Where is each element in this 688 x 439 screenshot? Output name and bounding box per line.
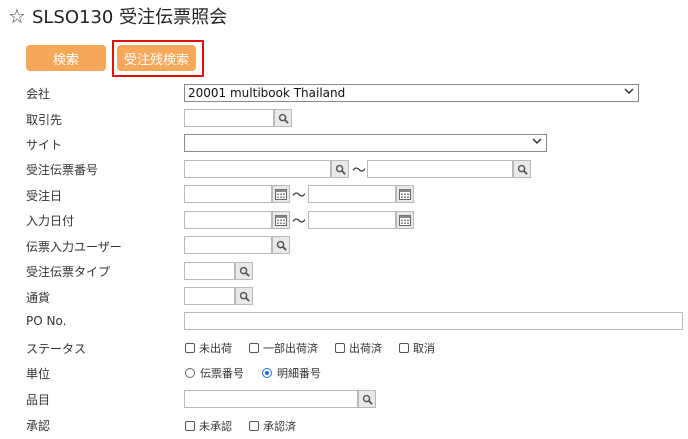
company-label: 会社	[26, 87, 51, 101]
order-slip-type-input[interactable]	[184, 262, 235, 280]
input-date-to-input[interactable]	[308, 211, 396, 229]
status-label: ステータス	[26, 342, 87, 356]
order-date-from-input[interactable]	[184, 185, 272, 203]
order-slip-no-from-input[interactable]	[184, 160, 331, 178]
page-title-bar: ☆ SLSO130 受注伝票照会	[8, 4, 227, 28]
checkbox-icon[interactable]	[185, 343, 195, 353]
calendar-icon[interactable]	[396, 211, 414, 229]
status-shipped-checkbox[interactable]: 出荷済	[335, 340, 382, 356]
checkbox-icon[interactable]	[185, 421, 195, 431]
currency-search-icon[interactable]	[235, 287, 253, 305]
order-slip-type-label: 受注伝票タイプ	[26, 265, 111, 279]
unit-label: 単位	[26, 367, 51, 381]
company-select[interactable]: 20001 multibook Thailand	[184, 84, 639, 102]
status-partially-shipped-checkbox[interactable]: 一部出荷済	[249, 340, 318, 356]
approval-unapproved-label: 未承認	[199, 420, 232, 433]
search-button[interactable]: 検索	[26, 45, 106, 71]
checkbox-icon[interactable]	[335, 343, 345, 353]
star-icon[interactable]: ☆	[8, 6, 26, 26]
po-no-label: PO No.	[26, 314, 67, 328]
partner-input[interactable]	[184, 109, 274, 127]
po-no-input[interactable]	[184, 312, 683, 330]
approval-unapproved-checkbox[interactable]: 未承認	[185, 418, 232, 434]
unit-slip-no-label: 伝票番号	[200, 367, 244, 380]
range-separator: ～	[292, 214, 306, 230]
currency-input[interactable]	[184, 287, 235, 305]
calendar-icon[interactable]	[272, 211, 290, 229]
calendar-icon[interactable]	[272, 185, 290, 203]
partner-search-icon[interactable]	[274, 109, 292, 127]
range-separator: ～	[352, 163, 366, 179]
item-search-icon[interactable]	[358, 390, 376, 408]
chevron-down-icon	[532, 136, 542, 149]
order-slip-no-label: 受注伝票番号	[26, 163, 99, 177]
checkbox-icon[interactable]	[399, 343, 409, 353]
checkbox-icon[interactable]	[249, 421, 259, 431]
status-partially-shipped-label: 一部出荷済	[263, 342, 318, 355]
input-date-from-input[interactable]	[184, 211, 272, 229]
order-slip-no-to-search-icon[interactable]	[513, 160, 531, 178]
order-date-to-input[interactable]	[308, 185, 396, 203]
radio-selected-icon[interactable]	[262, 368, 272, 378]
page-title: SLSO130 受注伝票照会	[31, 7, 228, 28]
approval-label: 承認	[26, 419, 51, 433]
approval-approved-label: 承認済	[263, 420, 296, 433]
status-cancelled-checkbox[interactable]: 取消	[399, 340, 435, 356]
highlight-box	[112, 40, 204, 77]
status-cancelled-label: 取消	[413, 342, 435, 355]
radio-icon[interactable]	[185, 368, 195, 378]
checkbox-icon[interactable]	[249, 343, 259, 353]
approval-approved-checkbox[interactable]: 承認済	[249, 418, 296, 434]
company-value: 20001 multibook Thailand	[188, 86, 346, 100]
currency-label: 通貨	[26, 291, 51, 305]
order-slip-no-from-search-icon[interactable]	[331, 160, 349, 178]
chevron-down-icon	[624, 86, 634, 99]
unit-line-no-radio[interactable]: 明細番号	[262, 365, 321, 381]
unit-line-no-label: 明細番号	[277, 367, 321, 380]
item-label: 品目	[26, 393, 51, 407]
status-unshipped-label: 未出荷	[199, 342, 232, 355]
status-unshipped-checkbox[interactable]: 未出荷	[185, 340, 232, 356]
slip-input-user-label: 伝票入力ユーザー	[26, 240, 122, 254]
slip-input-user-search-icon[interactable]	[272, 236, 290, 254]
site-label: サイト	[26, 138, 63, 152]
calendar-icon[interactable]	[396, 185, 414, 203]
input-date-label: 入力日付	[26, 214, 75, 228]
order-slip-type-search-icon[interactable]	[235, 262, 253, 280]
site-select[interactable]	[184, 134, 547, 152]
item-input[interactable]	[184, 390, 358, 408]
unit-slip-no-radio[interactable]: 伝票番号	[185, 365, 244, 381]
order-slip-no-to-input[interactable]	[367, 160, 513, 178]
slip-input-user-input[interactable]	[184, 236, 272, 254]
order-date-label: 受注日	[26, 189, 63, 203]
partner-label: 取引先	[26, 113, 63, 127]
status-shipped-label: 出荷済	[349, 342, 382, 355]
range-separator: ～	[292, 188, 306, 204]
